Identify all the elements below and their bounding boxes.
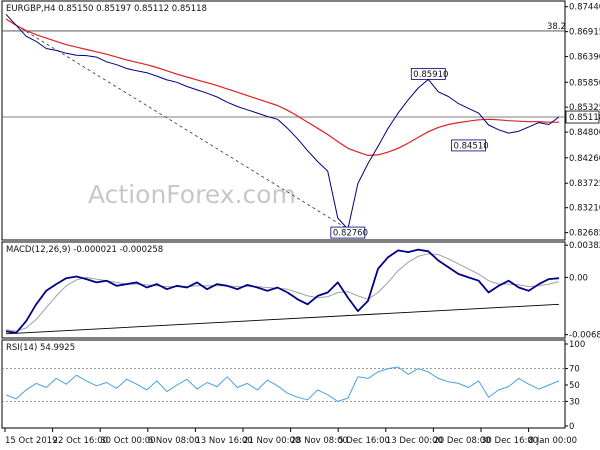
macd-panel-title: MACD(12,26,9) -0.000021 -0.000258 bbox=[6, 245, 163, 255]
price-panel-title: EURGBP,H4 0.85150 0.85197 0.85112 0.8511… bbox=[6, 4, 207, 14]
price-y-tick-label: 0.84260 bbox=[569, 154, 600, 164]
rsi-y-tick-label: 30 bbox=[569, 397, 580, 407]
price-y-tick-label: 0.84800 bbox=[569, 128, 600, 138]
watermark: ActionForex.com bbox=[88, 180, 296, 209]
forex-chart: EURGBP,H4 0.85150 0.85197 0.85112 0.8511… bbox=[0, 0, 600, 450]
current-price-label: 0.85118 bbox=[569, 113, 600, 123]
rsi-y-tick-label: 0 bbox=[569, 422, 574, 432]
macd-y-tick-label: 0.00 bbox=[569, 273, 588, 283]
x-tick-label: 6 Nov 08:00 bbox=[148, 436, 200, 446]
x-tick-label: 15 Oct 2019 bbox=[5, 436, 58, 446]
price-y-tick-label: 0.83210 bbox=[569, 204, 600, 214]
macd-y-tick-label: 0.00382 bbox=[569, 241, 600, 251]
price-annotation-label: 0.82760 bbox=[333, 229, 368, 239]
rsi-panel-title: RSI(14) 54.9925 bbox=[6, 343, 75, 353]
price-annotation-label: 0.84510 bbox=[454, 141, 489, 151]
price-y-tick-label: 0.87440 bbox=[569, 3, 600, 13]
x-tick-label: 8 Jan 00:00 bbox=[529, 436, 577, 446]
price-y-tick-label: 0.82685 bbox=[569, 229, 600, 239]
price-y-tick-label: 0.83725 bbox=[569, 179, 600, 189]
rsi-y-tick-label: 100 bbox=[569, 340, 585, 350]
x-tick-label: 5 Dec 16:00 bbox=[338, 436, 390, 446]
price-y-tick-label: 0.86390 bbox=[569, 53, 600, 63]
price-y-tick-label: 0.86915 bbox=[569, 28, 600, 38]
price-y-tick-label: 0.85850 bbox=[569, 78, 600, 88]
fib-38-label: 38.2 bbox=[547, 22, 566, 32]
price-annotation-label: 0.85910 bbox=[413, 70, 448, 80]
rsi-y-tick-label: 70 bbox=[569, 365, 580, 375]
rsi-y-tick-label: 50 bbox=[569, 381, 580, 391]
